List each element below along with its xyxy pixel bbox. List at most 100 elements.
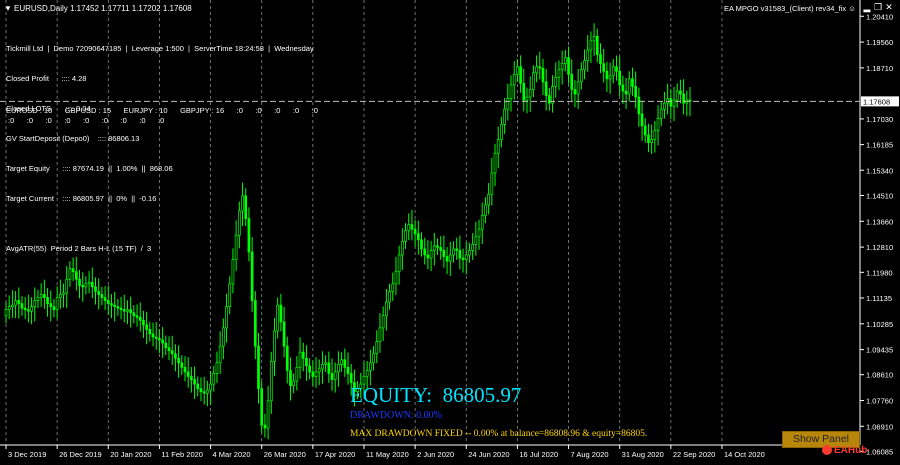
candle-body	[74, 271, 78, 280]
candle-body	[372, 353, 375, 364]
candle-body	[263, 424, 267, 429]
candle-body	[301, 351, 305, 359]
candle-body	[500, 124, 503, 140]
candle-body	[110, 303, 113, 306]
candle-body	[570, 73, 574, 90]
candle-body	[58, 294, 62, 298]
candle-body	[177, 357, 180, 364]
equity-label: EQUITY:	[350, 383, 433, 407]
candle-body	[33, 300, 37, 307]
candle-body	[308, 365, 311, 373]
candle-body	[413, 228, 417, 235]
candle-body	[129, 309, 133, 314]
candle-body	[68, 268, 72, 280]
candle-body	[116, 306, 120, 309]
candle-body	[11, 304, 14, 307]
candle-body	[400, 240, 404, 256]
close-icon[interactable]: ✕	[884, 2, 894, 12]
candle-body	[397, 254, 401, 273]
candle-body	[97, 291, 101, 295]
candle-body	[595, 35, 599, 55]
candle-body	[493, 152, 497, 174]
candle-body	[289, 370, 292, 386]
max-drawdown-text: MAX DRAWDOWN FIXED -- 0.00% at balance=8…	[350, 429, 648, 439]
candle-body	[225, 306, 228, 329]
candle-body	[321, 363, 324, 370]
candle-body	[627, 78, 631, 95]
candle-body	[675, 90, 679, 101]
minimize-icon[interactable]: ▂	[862, 2, 872, 12]
candle-body	[349, 373, 353, 383]
candle-body	[650, 139, 653, 143]
logo-icon	[822, 445, 832, 456]
candle-body	[487, 193, 490, 206]
candle-body	[416, 233, 420, 241]
candle-body	[269, 360, 273, 402]
candle-body	[209, 383, 212, 391]
candle-body	[576, 81, 580, 95]
menu-icon[interactable]: ▾	[3, 3, 13, 13]
candle-body	[659, 108, 663, 119]
candle-body	[260, 388, 264, 426]
candle-body	[55, 297, 59, 311]
candle-body	[477, 228, 481, 238]
y-tick-label: 1.11135	[866, 294, 892, 303]
candle-body	[656, 117, 660, 131]
candle-body	[62, 292, 65, 295]
candle-body	[148, 329, 152, 335]
candle-body	[221, 327, 225, 347]
y-tick-label: 1.19560	[866, 38, 893, 47]
candle-body	[663, 102, 666, 110]
candle-body	[375, 341, 379, 355]
ea-label: EA MPGO v31583_(Client) rev34_fix ☺	[724, 4, 856, 13]
candle-body	[573, 89, 577, 95]
candle-body	[586, 49, 590, 61]
candle-body	[282, 321, 286, 347]
candle-body	[343, 359, 347, 368]
candle-body	[496, 139, 500, 154]
candle-body	[279, 304, 283, 323]
candle-body	[378, 327, 382, 342]
candle-body	[158, 338, 161, 341]
candle-body	[346, 367, 350, 374]
candle-body	[532, 72, 535, 90]
candle-body	[605, 70, 609, 80]
candle-body	[442, 250, 446, 257]
candle-body	[369, 362, 372, 371]
candle-body	[541, 67, 545, 83]
candle-body	[608, 75, 612, 80]
candle-body	[634, 86, 638, 98]
candle-body	[455, 248, 459, 251]
y-tick-label: 1.06085	[866, 447, 893, 456]
candle-body	[199, 388, 203, 393]
restore-icon[interactable]: ❐	[873, 2, 883, 12]
candle-body	[506, 98, 510, 110]
candle-body	[404, 230, 407, 242]
candle-body	[589, 40, 593, 51]
info-line: AvgATR(55) Period 2 Bars H-L (15 TF) / 3	[6, 244, 152, 253]
info-line: Closed Profit :::: 4.28	[6, 74, 87, 83]
candle-body	[138, 316, 142, 321]
info-panel: Tickmill Ltd | Demo 72090647185 | Levera…	[6, 24, 314, 264]
candle-body	[295, 367, 299, 382]
candle-body	[516, 66, 519, 75]
candle-body	[266, 400, 270, 429]
candle-body	[206, 389, 209, 394]
info-line: Tickmill Ltd | Demo 72090647185 | Levera…	[6, 44, 314, 53]
x-tick-label: 26 Mar 2020	[264, 450, 306, 459]
candle-body	[285, 345, 289, 371]
candle-body	[538, 66, 542, 69]
y-tick-label: 1.15340	[866, 166, 893, 175]
candle-body	[215, 362, 219, 374]
y-tick-label: 1.09435	[866, 346, 893, 355]
zeros-line: :0 :0 :0 :0 :0 :0 :0 :0 :0	[8, 116, 165, 125]
candle-body	[653, 130, 657, 140]
watermark-logo: EAHub	[822, 445, 867, 456]
y-tick-label: 1.16185	[866, 141, 893, 150]
candle-body	[212, 373, 216, 385]
candle-body	[669, 98, 673, 107]
candle-body	[276, 304, 280, 332]
x-tick-label: 16 Jul 2020	[519, 450, 558, 459]
smiley-icon: ☺	[848, 4, 856, 13]
info-line: Target Equity :::: 87674.19 || 1.00% || …	[6, 164, 173, 173]
